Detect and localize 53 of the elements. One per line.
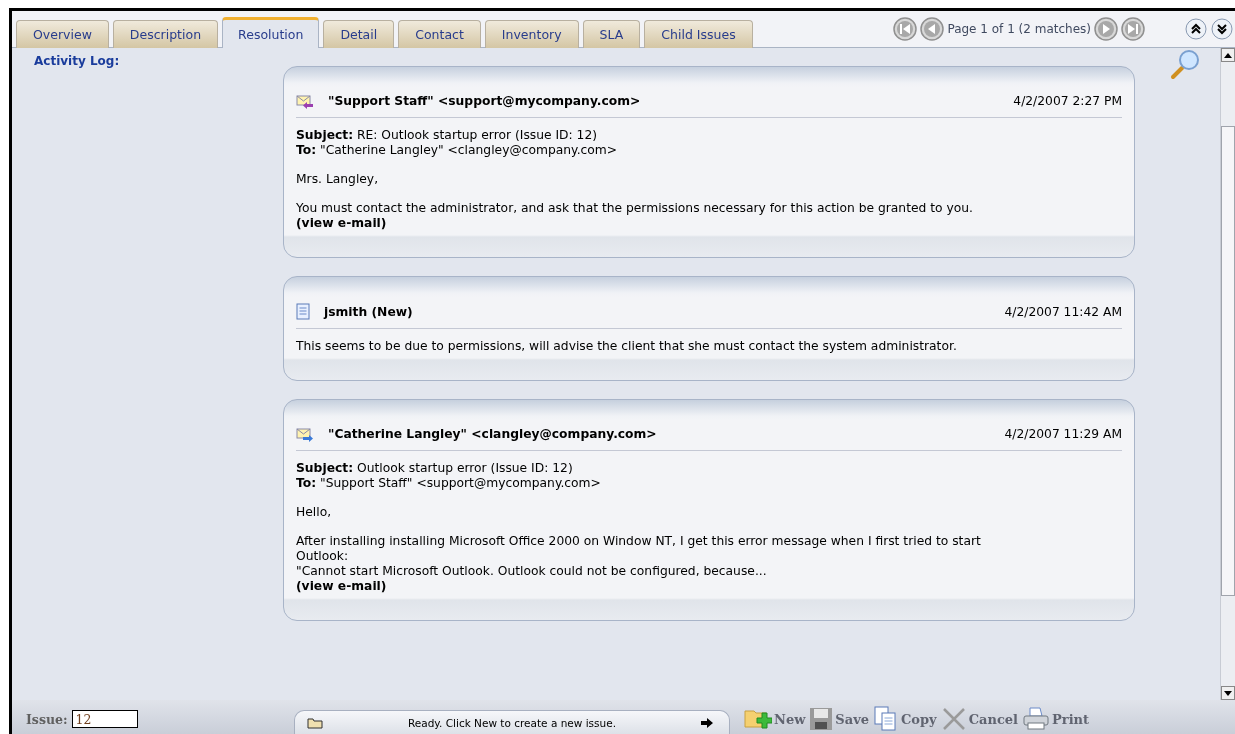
- message-text: Outlook:: [296, 549, 350, 564]
- expand-all-button[interactable]: [1211, 18, 1233, 40]
- email-field: Subject: RE: Outlook startup error (Issue ID: 12): [296, 128, 1122, 143]
- tab[interactable]: Resolution: [222, 17, 320, 48]
- previous-page-button[interactable]: [920, 17, 945, 41]
- sender-name: "Catherine Langley" <clangley@company.com>: [328, 427, 658, 441]
- tab[interactable]: Child Issues: [644, 20, 753, 48]
- tab[interactable]: Inventory: [484, 20, 579, 48]
- folder-icon: [307, 716, 323, 729]
- save-button[interactable]: Save: [809, 706, 869, 732]
- scroll-up-icon[interactable]: [1224, 52, 1232, 58]
- tab[interactable]: SLA: [582, 20, 641, 48]
- document-icon: [296, 303, 310, 320]
- message-text: "Cannot start Microsoft Outlook. Outlook could not be configured, because...: [296, 564, 768, 579]
- printer-icon: [1022, 707, 1051, 731]
- status-text: Ready. Click New to create a new issue.: [406, 716, 617, 729]
- view-email-link[interactable]: (view e-mail): [296, 579, 387, 594]
- entry-date: 4/2/2007 11:29 AM: [1004, 427, 1122, 441]
- cancel-button[interactable]: Cancel: [940, 706, 1019, 732]
- entry-date: 4/2/2007 11:42 AM: [1004, 304, 1122, 319]
- pager-text: Page 1 of 1 (2 matches): [947, 22, 1091, 36]
- view-email-link[interactable]: (view e-mail): [296, 216, 387, 231]
- arrow-right-icon: [701, 717, 713, 728]
- email-field: Subject: Outlook startup error (Issue ID: 12): [296, 461, 1122, 476]
- section-label: Activity Log:: [34, 54, 121, 68]
- tab[interactable]: Description: [112, 20, 219, 48]
- search-icon[interactable]: [1169, 48, 1201, 80]
- copy-button[interactable]: Copy: [873, 706, 937, 732]
- print-button[interactable]: Print: [1022, 706, 1090, 732]
- issue-field[interactable]: 12: [71, 710, 138, 728]
- next-page-button[interactable]: [1094, 17, 1118, 41]
- envelope-reply-icon: [296, 93, 314, 109]
- last-page-button[interactable]: [1121, 17, 1145, 41]
- tab[interactable]: Overview: [16, 20, 109, 48]
- email-field: To: "Catherine Langley" <clangley@company.com>: [296, 143, 1122, 158]
- message-text: Mrs. Langley,: [296, 172, 380, 187]
- entry-date: 4/2/2007 2:27 PM: [1013, 94, 1122, 108]
- tab[interactable]: Detail: [323, 20, 395, 48]
- collapse-all-button[interactable]: [1185, 18, 1207, 40]
- sender-name: "Support Staff" <support@mycompany.com>: [328, 94, 642, 108]
- message-text: This seems to be due to permissions, will advise the client that she must contact the system administrator.: [296, 339, 958, 354]
- first-page-button[interactable]: [893, 17, 918, 41]
- email-field: To: "Support Staff" <support@mycompany.com>: [296, 476, 1122, 491]
- scroll-down-icon[interactable]: [1224, 690, 1232, 696]
- message-text: Hello,: [296, 505, 333, 520]
- documents-icon: [873, 706, 899, 732]
- message-text: You must contact the administrator, and ask that the permissions necessary for this action be granted to you.: [296, 201, 974, 216]
- sender-name: jsmith (New): [324, 304, 414, 319]
- close-icon: [940, 706, 967, 732]
- tab[interactable]: Contact: [398, 20, 481, 48]
- issue-label: Issue:: [26, 711, 68, 727]
- message-text: After installing installing Microsoft Office 2000 on Window NT, I get this error message when I first tried to start: [296, 534, 982, 549]
- new-button[interactable]: New: [744, 706, 806, 732]
